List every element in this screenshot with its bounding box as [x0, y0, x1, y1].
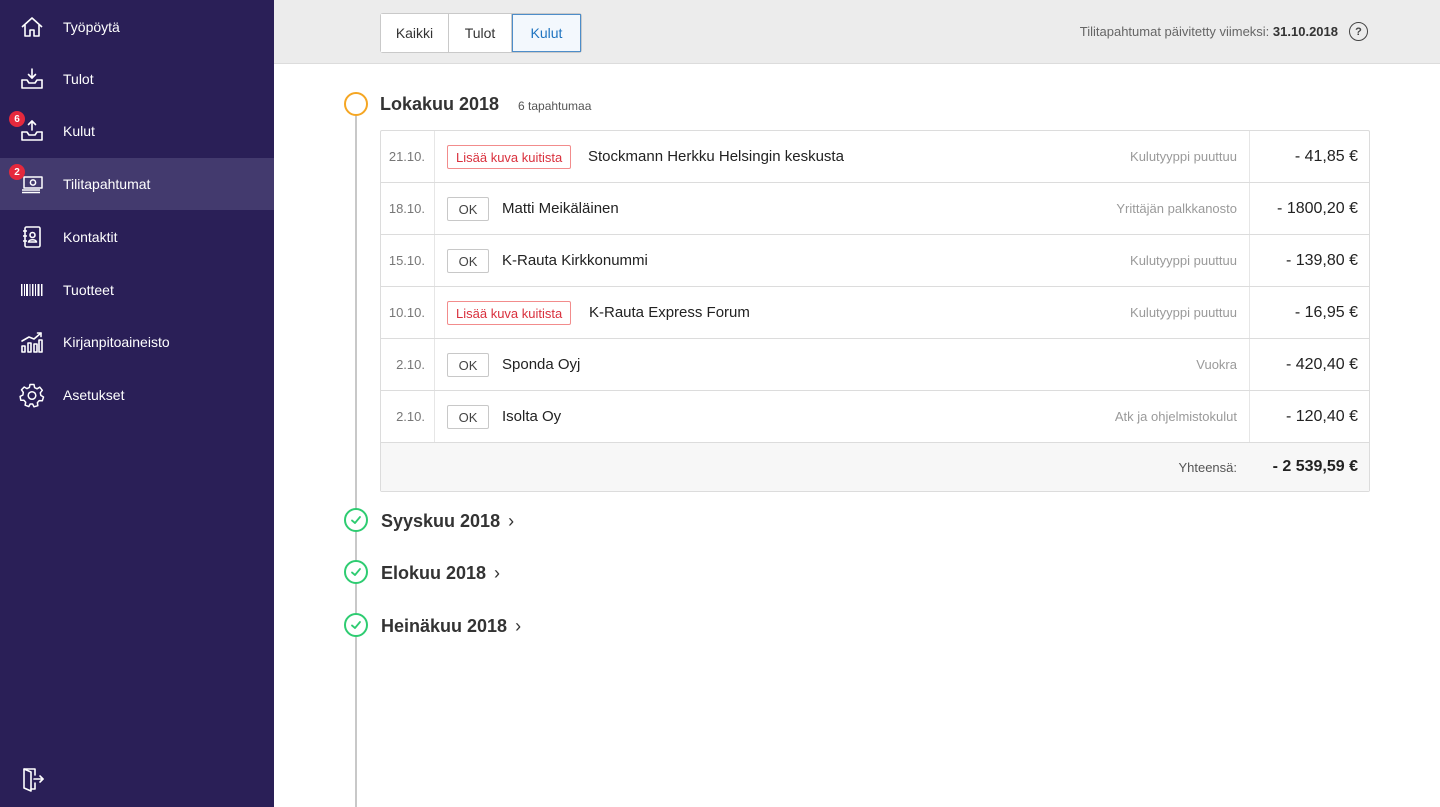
add-receipt-button[interactable]: Lisää kuva kuitista: [447, 145, 572, 169]
contact-book-icon: [18, 224, 46, 250]
transaction-amount: - 16,95 €: [1249, 287, 1369, 338]
transaction-date: 18.10.: [381, 183, 435, 234]
transaction-amount: - 120,40 €: [1249, 391, 1369, 442]
transaction-category[interactable]: Vuokra: [1196, 339, 1237, 390]
transaction-amount: - 420,40 €: [1249, 339, 1369, 390]
sidebar-item-kontaktit[interactable]: Kontaktit: [0, 211, 274, 263]
sidebar: Työpöytä Tulot 6 Kulut 2 Tilitapahtumat …: [0, 0, 274, 807]
transaction-date: 10.10.: [381, 287, 435, 338]
sidebar-item-label: Kirjanpitoaineisto: [63, 334, 170, 350]
sidebar-item-asetukset[interactable]: Asetukset: [0, 369, 274, 421]
transaction-date: 2.10.: [381, 339, 435, 390]
table-row[interactable]: 2.10. OK Isolta Oy Atk ja ohjelmistokulu…: [381, 391, 1369, 443]
sidebar-item-label: Työpöytä: [63, 19, 120, 35]
sidebar-item-tilitapahtumat[interactable]: 2 Tilitapahtumat: [0, 158, 274, 210]
ok-status-badge: OK: [447, 197, 489, 221]
sidebar-item-tuotteet[interactable]: Tuotteet: [0, 264, 274, 316]
transaction-name: K-Rauta Express Forum: [589, 304, 750, 321]
gear-icon: [18, 382, 46, 408]
timeline-line: [355, 116, 357, 807]
sidebar-item-kulut[interactable]: 6 Kulut: [0, 105, 274, 157]
ok-status-badge: OK: [447, 353, 489, 377]
chevron-right-icon: ›: [508, 511, 515, 531]
transaction-date: 2.10.: [381, 391, 435, 442]
transaction-category[interactable]: Kulutyyppi puuttuu: [1130, 235, 1237, 286]
month-title-lokakuu[interactable]: Lokakuu 2018: [380, 94, 499, 115]
transaction-name: Matti Meikäläinen: [502, 200, 619, 217]
sidebar-item-label: Kontaktit: [63, 229, 118, 245]
table-row[interactable]: 15.10. OK K-Rauta Kirkkonummi Kulutyyppi…: [381, 235, 1369, 287]
transaction-name: Stockmann Herkku Helsingin keskusta: [588, 148, 844, 165]
month-title-syyskuu[interactable]: Syyskuu 2018 ›: [381, 511, 514, 532]
total-row: Yhteensä: - 2 539,59 €: [381, 443, 1369, 491]
check-icon: [344, 613, 368, 637]
check-icon: [344, 560, 368, 584]
month-transaction-count: 6 tapahtumaa: [518, 99, 592, 113]
sidebar-item-label: Tuotteet: [63, 282, 114, 298]
table-row[interactable]: 21.10. Lisää kuva kuitista Stockmann Her…: [381, 131, 1369, 183]
notification-badge: 2: [9, 164, 25, 180]
transaction-name: K-Rauta Kirkkonummi: [502, 252, 648, 269]
last-updated-date: 31.10.2018: [1272, 24, 1338, 39]
check-icon: [344, 508, 368, 532]
transaction-date: 15.10.: [381, 235, 435, 286]
transaction-date: 21.10.: [381, 131, 435, 182]
month-status-open-icon: [344, 92, 368, 116]
filter-segmented-control: Kaikki Tulot Kulut: [380, 13, 582, 53]
home-icon: [18, 14, 46, 40]
ok-status-badge: OK: [447, 249, 489, 273]
filter-kulut-button[interactable]: Kulut: [512, 14, 581, 52]
month-label: Heinäkuu 2018: [381, 616, 508, 636]
add-receipt-button[interactable]: Lisää kuva kuitista: [447, 301, 572, 325]
sidebar-item-tyopoyta[interactable]: Työpöytä: [0, 1, 274, 53]
sidebar-item-label: Asetukset: [63, 387, 125, 403]
table-row[interactable]: 10.10. Lisää kuva kuitista K-Rauta Expre…: [381, 287, 1369, 339]
total-amount: - 2 539,59 €: [1272, 458, 1358, 475]
table-row[interactable]: 18.10. OK Matti Meikäläinen Yrittäjän pa…: [381, 183, 1369, 235]
transaction-amount: - 1800,20 €: [1249, 183, 1369, 234]
sidebar-item-kirjanpitoaineisto[interactable]: Kirjanpitoaineisto: [0, 316, 274, 368]
month-label: Elokuu 2018: [381, 563, 487, 583]
help-icon[interactable]: ?: [1349, 22, 1368, 41]
inbox-in-icon: [18, 66, 46, 92]
chevron-right-icon: ›: [515, 616, 522, 636]
last-updated-text: Tilitapahtumat päivitetty viimeksi: 31.1…: [1080, 24, 1338, 39]
month-title-heinakuu[interactable]: Heinäkuu 2018 ›: [381, 616, 521, 637]
sidebar-item-tulot[interactable]: Tulot: [0, 53, 274, 105]
transaction-category[interactable]: Atk ja ohjelmistokulut: [1115, 391, 1237, 442]
transaction-name: Sponda Oyj: [502, 356, 581, 373]
barcode-icon: [18, 277, 46, 303]
month-title-elokuu[interactable]: Elokuu 2018 ›: [381, 563, 500, 584]
bar-chart-icon: [18, 329, 46, 355]
transaction-amount: - 139,80 €: [1249, 235, 1369, 286]
transaction-category[interactable]: Kulutyyppi puuttuu: [1130, 287, 1237, 338]
transaction-category[interactable]: Kulutyyppi puuttuu: [1130, 131, 1237, 182]
transaction-category[interactable]: Yrittäjän palkkanosto: [1116, 183, 1237, 234]
transaction-amount: - 41,85 €: [1249, 131, 1369, 182]
transaction-name: Isolta Oy: [502, 408, 562, 425]
transactions-table: 21.10. Lisää kuva kuitista Stockmann Her…: [380, 130, 1370, 492]
sidebar-item-label: Tilitapahtumat: [63, 176, 151, 192]
sidebar-item-label: Tulot: [63, 71, 94, 87]
filter-tulot-button[interactable]: Tulot: [449, 14, 512, 52]
ok-status-badge: OK: [447, 405, 489, 429]
month-label: Syyskuu 2018: [381, 511, 501, 531]
filter-kaikki-button[interactable]: Kaikki: [381, 14, 449, 52]
top-bar: Kaikki Tulot Kulut Tilitapahtumat päivit…: [274, 0, 1440, 64]
sidebar-item-label: Kulut: [63, 123, 95, 139]
table-row[interactable]: 2.10. OK Sponda Oyj Vuokra - 420,40 €: [381, 339, 1369, 391]
last-updated-label: Tilitapahtumat päivitetty viimeksi:: [1079, 24, 1270, 39]
logout-icon[interactable]: [20, 766, 46, 792]
total-label: Yhteensä:: [1178, 459, 1237, 475]
notification-badge: 6: [9, 111, 25, 127]
chevron-right-icon: ›: [494, 563, 501, 583]
